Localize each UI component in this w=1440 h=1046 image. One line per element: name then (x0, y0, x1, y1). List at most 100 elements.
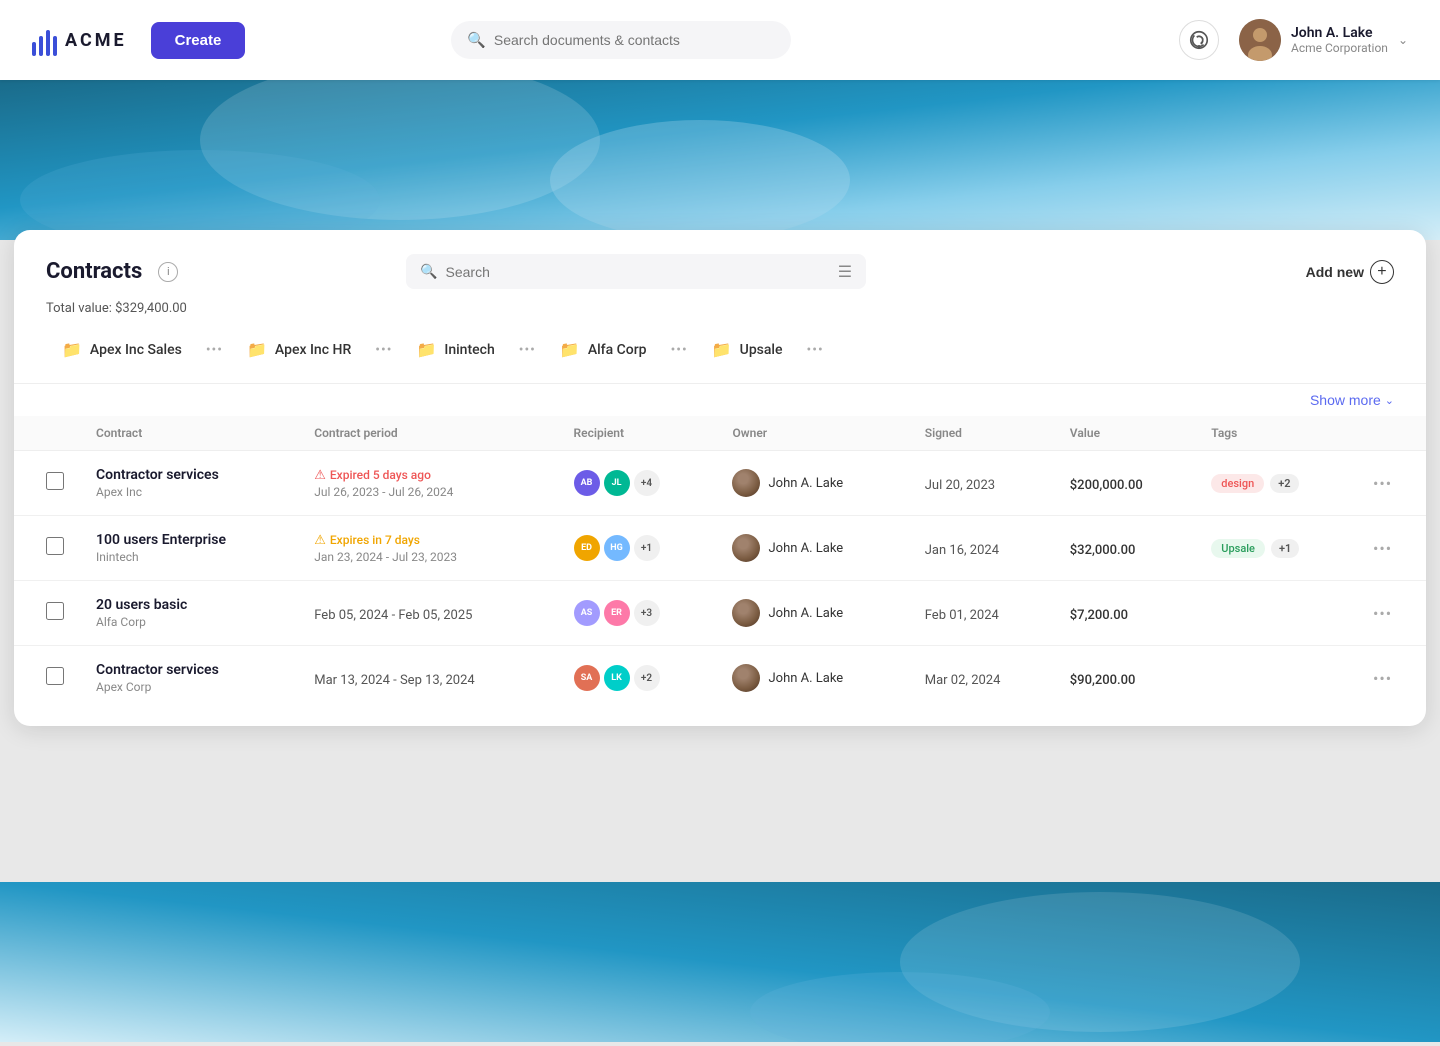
row-menu[interactable]: ••• (1373, 669, 1392, 688)
filter-icon[interactable]: ☰ (838, 262, 852, 281)
user-company: Acme Corporation (1291, 41, 1388, 55)
signed-cell: Jan 16, 2024 (909, 516, 1054, 581)
table-row: Contractor services Apex Corp Mar 13, 20… (14, 646, 1426, 711)
recipients-plus: +2 (634, 665, 660, 691)
contract-period-cell: ⚠ Expired 5 days ago Jul 26, 2023 - Jul … (298, 451, 557, 516)
warning-icon: ⚠ (314, 468, 326, 483)
contracts-card: Contracts i 🔍 ☰ Add new + Total value: $… (14, 230, 1426, 726)
folder-upsale[interactable]: 📁 Upsale (696, 332, 799, 367)
logo-area: ACME (32, 24, 127, 56)
folders-row: 📁 Apex Inc Sales ••• 📁 Apex Inc HR ••• 📁… (14, 332, 1426, 384)
value-amount: $90,200.00 (1070, 673, 1136, 688)
contract-period-cell: Mar 13, 2024 - Sep 13, 2024 (298, 646, 557, 711)
show-more-button[interactable]: Show more ⌄ (1310, 392, 1394, 408)
info-icon[interactable]: i (158, 262, 178, 282)
tags-cell: design +2 (1195, 451, 1357, 516)
tags-cell: Upsale +1 (1195, 516, 1357, 581)
folder-icon: 📁 (247, 340, 267, 359)
owner-cell: John A. Lake (716, 516, 908, 581)
row-checkbox[interactable] (46, 602, 64, 620)
user-info: John A. Lake Acme Corporation (1291, 25, 1388, 55)
folder-menu-inintech[interactable]: ••• (511, 342, 544, 358)
total-value: Total value: $329,400.00 (14, 301, 1426, 332)
recipients-plus: +1 (634, 535, 660, 561)
row-menu-cell: ••• (1357, 581, 1426, 646)
tags-cell (1195, 581, 1357, 646)
create-button[interactable]: Create (151, 22, 246, 59)
recipient-badge: SA (574, 665, 600, 691)
add-new-label: Add new (1306, 264, 1364, 280)
row-checkbox[interactable] (46, 472, 64, 490)
folder-label: Inintech (444, 342, 494, 358)
row-checkbox[interactable] (46, 667, 64, 685)
contract-company: Apex Inc (96, 485, 282, 499)
row-checkbox-cell (14, 451, 80, 516)
support-button[interactable] (1179, 20, 1219, 60)
tags-cell (1195, 646, 1357, 711)
add-new-button[interactable]: Add new + (1306, 260, 1394, 284)
tag-badge: Upsale (1211, 539, 1265, 558)
folder-menu-upsale[interactable]: ••• (799, 342, 832, 358)
tag-plus: +1 (1271, 539, 1299, 558)
owner-avatar (732, 534, 760, 562)
period-status: Expired 5 days ago (330, 468, 431, 482)
contract-period-cell: Feb 05, 2024 - Feb 05, 2025 (298, 581, 557, 646)
owner-avatar (732, 599, 760, 627)
folder-icon: 📁 (560, 340, 580, 359)
value-amount: $7,200.00 (1070, 608, 1128, 623)
folder-alfa-corp[interactable]: 📁 Alfa Corp (544, 332, 663, 367)
value-amount: $200,000.00 (1070, 478, 1143, 493)
chevron-down-icon: ⌄ (1385, 394, 1394, 407)
folder-label: Alfa Corp (588, 342, 647, 358)
owner-name: John A. Lake (768, 606, 843, 621)
value-cell: $90,200.00 (1054, 646, 1195, 711)
user-profile[interactable]: John A. Lake Acme Corporation ⌄ (1239, 19, 1408, 61)
signed-date: Jan 16, 2024 (925, 543, 999, 558)
row-menu[interactable]: ••• (1373, 539, 1392, 558)
recipients-plus: +3 (634, 600, 660, 626)
global-search-input[interactable] (494, 32, 775, 48)
table-row: 20 users basic Alfa Corp Feb 05, 2024 - … (14, 581, 1426, 646)
row-menu[interactable]: ••• (1373, 604, 1392, 623)
th-actions (1357, 416, 1426, 451)
contract-company: Apex Corp (96, 680, 282, 694)
value-cell: $32,000.00 (1054, 516, 1195, 581)
contract-period-cell: ⚠ Expires in 7 days Jan 23, 2024 - Jul 2… (298, 516, 557, 581)
folder-menu-apex-hr[interactable]: ••• (367, 342, 400, 358)
top-header: ACME Create 🔍 (0, 0, 1440, 80)
contract-name-cell: 20 users basic Alfa Corp (80, 581, 298, 646)
row-checkbox-cell (14, 516, 80, 581)
owner: John A. Lake (732, 664, 892, 692)
period-dates: Jul 26, 2023 - Jul 26, 2024 (314, 485, 541, 499)
contract-name-cell: 100 users Enterprise Inintech (80, 516, 298, 581)
owner-name: John A. Lake (768, 476, 843, 491)
avatar (1239, 19, 1281, 61)
period-top: ⚠ Expired 5 days ago (314, 468, 541, 483)
recipient-badge: LK (604, 665, 630, 691)
signed-cell: Mar 02, 2024 (909, 646, 1054, 711)
th-checkbox (14, 416, 80, 451)
row-menu[interactable]: ••• (1373, 474, 1392, 493)
contracts-search-input[interactable] (446, 264, 830, 280)
owner: John A. Lake (732, 599, 892, 627)
folder-menu-alfa-corp[interactable]: ••• (663, 342, 696, 358)
folder-inintech[interactable]: 📁 Inintech (400, 332, 510, 367)
header-right: John A. Lake Acme Corporation ⌄ (1179, 19, 1408, 61)
signed-date: Feb 01, 2024 (925, 608, 999, 623)
tag-plus: +2 (1270, 474, 1298, 493)
th-period: Contract period (298, 416, 557, 451)
contract-name: 100 users Enterprise (96, 532, 282, 548)
recipient-badge: AS (574, 600, 600, 626)
folder-apex-inc-hr[interactable]: 📁 Apex Inc HR (231, 332, 367, 367)
value-cell: $200,000.00 (1054, 451, 1195, 516)
signed-cell: Feb 01, 2024 (909, 581, 1054, 646)
owner-avatar (732, 469, 760, 497)
folder-apex-inc-sales[interactable]: 📁 Apex Inc Sales (46, 332, 198, 367)
folder-menu-apex-sales[interactable]: ••• (198, 342, 231, 358)
row-checkbox[interactable] (46, 537, 64, 555)
tag-badge: design (1211, 474, 1264, 493)
recipients: SA LK +2 (574, 665, 701, 691)
th-signed: Signed (909, 416, 1054, 451)
search-icon: 🔍 (467, 31, 486, 49)
owner-cell: John A. Lake (716, 451, 908, 516)
